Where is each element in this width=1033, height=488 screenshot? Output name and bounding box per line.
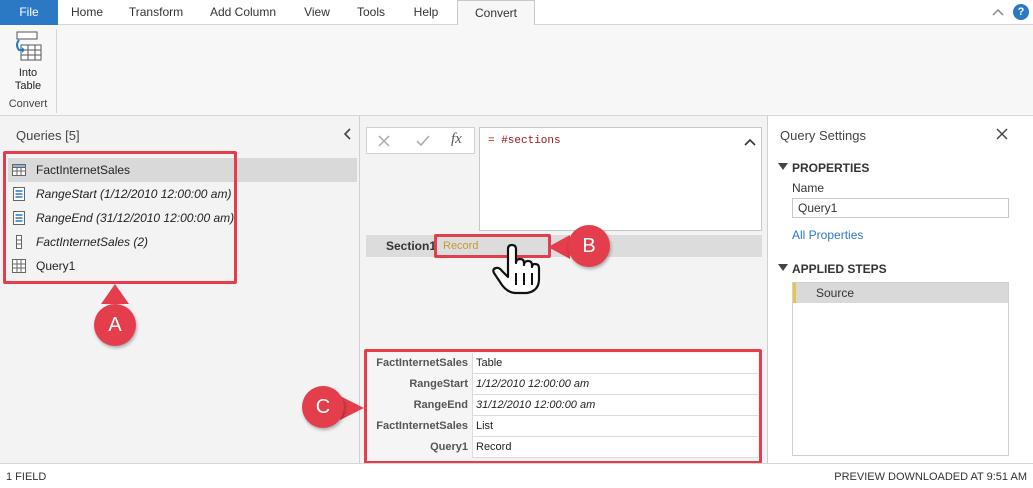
status-field-count: 1 FIELD [6,471,47,483]
status-preview-time: PREVIEW DOWNLOADED AT 9:51 AM [834,471,1027,483]
cancel-icon[interactable] [377,134,391,148]
menu-bar: File Home Transform Add Column View Tool… [0,0,1033,26]
applied-steps-list: Source [792,282,1009,456]
step-label: Source [816,286,855,300]
ribbon: Into Table Convert [0,25,1033,116]
tab-home[interactable]: Home [64,0,110,25]
formula-buttons: fx [366,127,475,154]
pin-pointer-b [548,235,570,259]
pin-pointer-a [101,284,129,304]
group-label-convert: Convert [8,98,48,110]
name-label: Name [792,181,825,195]
group-separator [56,29,57,113]
applied-steps-heading: APPLIED STEPS [792,262,887,276]
hand-cursor-icon [492,243,541,295]
query-name-input[interactable] [792,198,1009,218]
tab-convert[interactable]: Convert [457,0,535,26]
formula-bar[interactable]: = #sections [479,127,762,231]
into-table-label-2: Table [14,80,42,92]
help-icon[interactable]: ? [1013,4,1029,20]
step-source[interactable]: Source [793,283,1008,303]
commit-icon[interactable] [415,134,431,148]
tab-add-column[interactable]: Add Column [202,0,284,25]
queries-title: Queries [5] [16,128,80,143]
collapse-queries-icon[interactable] [342,128,352,140]
annotation-pin-a: A [94,304,136,346]
tab-file[interactable]: File [0,0,58,25]
annotation-pin-b: B [568,225,610,267]
formula-text: = #sections [488,135,561,147]
expand-steps-icon[interactable] [778,264,788,272]
all-properties-link[interactable]: All Properties [792,228,863,242]
power-query-editor: File Home Transform Add Column View Tool… [0,0,1033,488]
tab-help[interactable]: Help [404,0,448,25]
into-table-button[interactable]: Into Table [7,31,49,95]
settings-title: Query Settings [780,128,866,143]
tab-tools[interactable]: Tools [348,0,394,25]
status-bar: 1 FIELD PREVIEW DOWNLOADED AT 9:51 AM [0,463,1033,488]
annotation-box-a [3,151,237,284]
properties-heading: PROPERTIES [792,161,870,175]
into-table-icon [16,31,42,61]
annotation-pin-c: C [302,386,344,428]
record-header-key: Section1 [385,239,436,253]
fx-icon[interactable]: fx [451,131,462,148]
close-icon[interactable] [996,128,1008,140]
query-settings-pane: Query Settings PROPERTIES Name All Prope… [767,116,1033,463]
expand-properties-icon[interactable] [778,163,788,171]
collapse-formula-icon[interactable] [744,138,756,146]
tab-view[interactable]: View [296,0,338,25]
collapse-ribbon-icon[interactable] [992,7,1004,17]
into-table-label-1: Into [18,67,38,79]
tab-transform[interactable]: Transform [122,0,190,25]
annotation-box-c [364,349,762,464]
